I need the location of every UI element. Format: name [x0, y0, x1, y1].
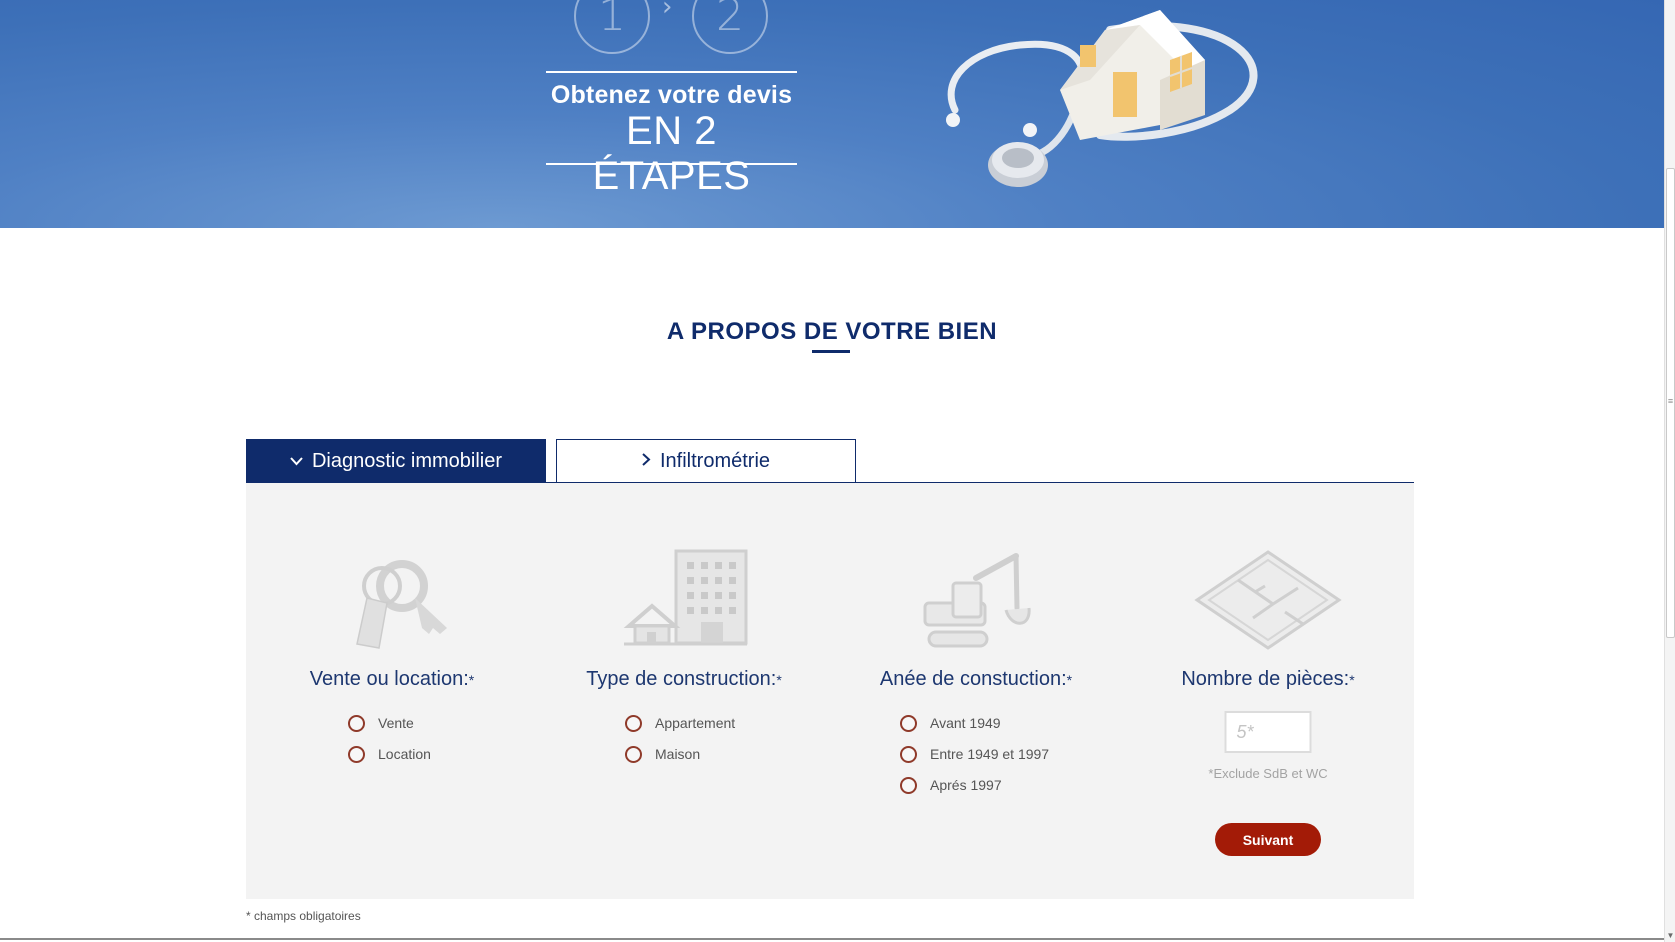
tab-label: Infiltrométrie: [659, 449, 771, 472]
radio-button[interactable]: [900, 745, 917, 763]
radio-option-vente[interactable]: Vente: [348, 711, 414, 735]
section-title-underline: [812, 350, 850, 353]
radio-button[interactable]: [900, 714, 917, 732]
vertical-scrollbar[interactable]: ≡ ▼: [1664, 0, 1675, 942]
tab-infiltrometrie[interactable]: Infiltrométrie: [556, 439, 856, 483]
tab-diagnostic-immobilier[interactable]: Diagnostic immobilier: [246, 439, 546, 483]
scroll-down-arrow-icon[interactable]: ▼: [1666, 931, 1675, 940]
scrollbar-grip-icon: ≡: [1667, 396, 1674, 406]
step-one-circle: 1: [574, 0, 650, 54]
step-two-circle: 2: [692, 0, 768, 54]
rooms-label: Nombre de pièces:*: [1181, 668, 1355, 690]
sale-or-rent-group: Vente ou location:* Vente Location: [246, 483, 538, 899]
radio-button[interactable]: [900, 776, 917, 794]
hero-banner: 1 › 2 Obtenez votre devis EN 2 ÉTAPES: [0, 0, 1664, 228]
steps-indicator: 1 › 2: [574, 0, 770, 56]
floor-plan-icon: [1194, 550, 1342, 650]
chevron-right-icon: [642, 453, 651, 469]
hero-title: Obtenez votre devis EN 2 ÉTAPES: [546, 71, 797, 198]
radio-button[interactable]: [625, 745, 642, 763]
excavator-icon: [923, 553, 1031, 648]
keys-icon: [356, 560, 447, 649]
property-form-panel: Vente ou location:* Vente Location Type …: [246, 483, 1414, 899]
radio-option-entre-1949-1997[interactable]: Entre 1949 et 1997: [900, 742, 1049, 766]
construction-type-group: Type de construction:* Appartement Maiso…: [538, 483, 830, 899]
construction-year-group: Anée de constuction:* Avant 1949 Entre 1…: [830, 483, 1122, 899]
rooms-group: Nombre de pièces:* *Exclude SdB et WC Su…: [1122, 483, 1414, 899]
construction-type-label: Type de construction:*: [586, 668, 782, 690]
radio-option-apres-1997[interactable]: Aprés 1997: [900, 773, 1002, 797]
section-title: A PROPOS DE VOTRE BIEN: [666, 318, 998, 345]
radio-button[interactable]: [348, 714, 365, 732]
radio-option-appartement[interactable]: Appartement: [625, 711, 735, 735]
step-arrow: ›: [662, 0, 673, 22]
building-icon: [623, 549, 748, 646]
hero-title-line1: Obtenez votre devis: [550, 81, 793, 109]
required-fields-note: * champs obligatoires: [246, 909, 361, 923]
construction-year-label: Anée de constuction:*: [879, 668, 1073, 690]
radio-option-avant-1949[interactable]: Avant 1949: [900, 711, 1001, 735]
chevron-down-icon: [290, 453, 303, 469]
next-button[interactable]: Suivant: [1215, 823, 1321, 856]
bottom-divider: [0, 938, 1664, 940]
tab-label: Diagnostic immobilier: [311, 449, 503, 472]
rooms-count-input[interactable]: [1224, 711, 1312, 753]
radio-button[interactable]: [348, 745, 365, 763]
house-stethoscope-illustration: [946, 10, 1258, 187]
hero-title-line2: EN 2 ÉTAPES: [592, 109, 751, 198]
sale-or-rent-label: Vente ou location:*: [309, 668, 475, 690]
radio-option-location[interactable]: Location: [348, 742, 431, 766]
radio-button[interactable]: [625, 714, 642, 732]
radio-option-maison[interactable]: Maison: [625, 742, 700, 766]
rooms-note: *Exclude SdB et WC: [1208, 766, 1328, 781]
